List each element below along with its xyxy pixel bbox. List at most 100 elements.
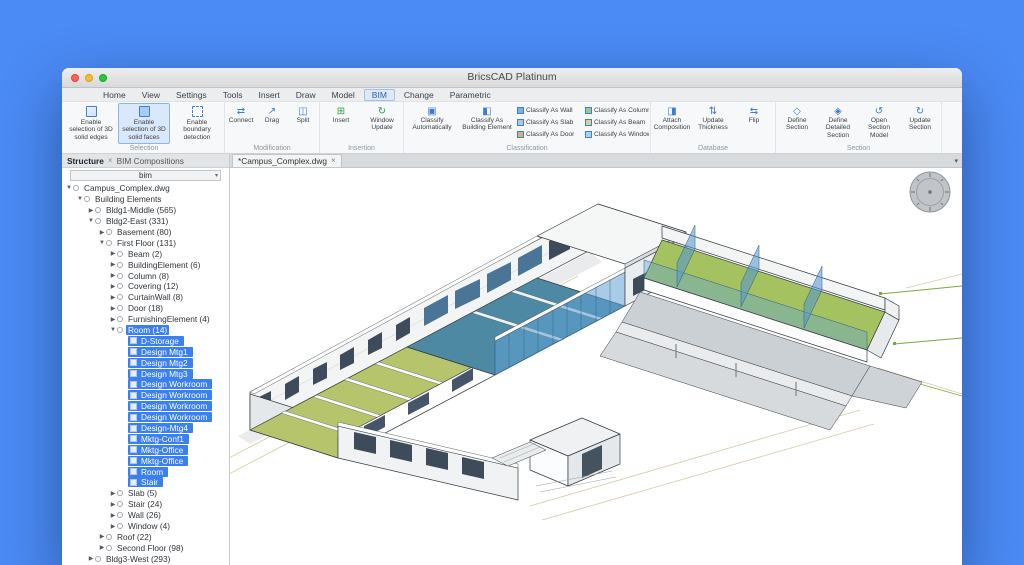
- disclosure-right-icon[interactable]: ▶: [87, 207, 95, 214]
- tree-row[interactable]: Design-Mtg4: [62, 423, 229, 434]
- tree-row[interactable]: ▶Roof (22): [62, 532, 229, 543]
- classify-as-window-button[interactable]: Classify As Window: [583, 128, 649, 140]
- tree-row[interactable]: Design Mtg3: [62, 368, 229, 379]
- visibility-circle-icon[interactable]: [117, 305, 123, 311]
- structure-filter-dropdown[interactable]: bim ▾: [70, 170, 221, 181]
- ribbon-tab-parametric[interactable]: Parametric: [443, 89, 498, 101]
- disclosure-down-icon[interactable]: ▼: [65, 185, 73, 191]
- disclosure-right-icon[interactable]: ▶: [109, 272, 117, 279]
- visibility-circle-icon[interactable]: [84, 196, 90, 202]
- structure-tree[interactable]: ▼Campus_Complex.dwg▼Building Elements▶Bl…: [62, 182, 229, 565]
- disclosure-right-icon[interactable]: ▶: [109, 316, 117, 323]
- visibility-circle-icon[interactable]: [106, 534, 112, 540]
- panel-close-icon[interactable]: ×: [108, 156, 113, 165]
- tree-row[interactable]: ▶Bldg1-Middle (565): [62, 205, 229, 216]
- visibility-circle-icon[interactable]: [95, 218, 101, 224]
- classify-as-wall-button[interactable]: Classify As Wall: [515, 104, 581, 116]
- visibility-circle-icon[interactable]: [106, 545, 112, 551]
- split-button[interactable]: ◫Split: [288, 103, 318, 127]
- tree-row[interactable]: ▶Door (18): [62, 303, 229, 314]
- tree-row[interactable]: D-Storage: [62, 335, 229, 346]
- close-button[interactable]: [71, 74, 79, 82]
- drag-button[interactable]: ↗Drag: [257, 103, 287, 127]
- visibility-circle-icon[interactable]: [117, 262, 123, 268]
- flip-button[interactable]: ⇆Flip: [734, 103, 774, 127]
- enable-selection-of-3d-solid-edges-button[interactable]: Enable selection of 3D solid edges: [65, 103, 117, 144]
- update-section-button[interactable]: ↻Update Section: [900, 103, 940, 135]
- classify-as-beam-button[interactable]: Classify As Beam: [583, 116, 649, 128]
- tab-bim-compositions[interactable]: BIM Compositions: [117, 156, 184, 166]
- disclosure-down-icon[interactable]: ▼: [109, 327, 117, 333]
- update-thickness-button[interactable]: ⇅Update Thickness: [693, 103, 733, 135]
- document-tab[interactable]: *Campus_Complex.dwg ×: [232, 154, 342, 167]
- tree-row[interactable]: ▼Bldg2-East (331): [62, 216, 229, 227]
- ribbon-tab-bim[interactable]: BIM: [364, 89, 395, 101]
- visibility-circle-icon[interactable]: [117, 490, 123, 496]
- tree-row[interactable]: ▶Bldg3-West (293): [62, 553, 229, 564]
- tree-row[interactable]: Design Mtg2: [62, 357, 229, 368]
- disclosure-right-icon[interactable]: ▶: [109, 283, 117, 290]
- tree-row[interactable]: Mktg-Office: [62, 455, 229, 466]
- tree-row[interactable]: ▶Wall (26): [62, 510, 229, 521]
- visibility-circle-icon[interactable]: [117, 273, 123, 279]
- tree-row[interactable]: ▼First Floor (131): [62, 237, 229, 248]
- tree-row[interactable]: Mktg-Office: [62, 444, 229, 455]
- disclosure-right-icon[interactable]: ▶: [98, 229, 106, 236]
- disclosure-down-icon[interactable]: ▼: [98, 240, 106, 246]
- titlebar[interactable]: BricsCAD Platinum: [62, 68, 962, 88]
- visibility-circle-icon[interactable]: [117, 523, 123, 529]
- visibility-circle-icon[interactable]: [117, 327, 123, 333]
- ribbon-tab-home[interactable]: Home: [96, 89, 133, 101]
- visibility-circle-icon[interactable]: [117, 316, 123, 322]
- visibility-circle-icon[interactable]: [117, 283, 123, 289]
- tree-row[interactable]: Design Workroom: [62, 379, 229, 390]
- tree-row[interactable]: ▶FurnishingElement (4): [62, 314, 229, 325]
- classify-as-column-button[interactable]: Classify As Column: [583, 104, 649, 116]
- ribbon-tab-tools[interactable]: Tools: [216, 89, 250, 101]
- tree-row[interactable]: Design Mtg1: [62, 346, 229, 357]
- connect-button[interactable]: ⇄Connect: [226, 103, 256, 127]
- tree-row[interactable]: ▼Campus_Complex.dwg: [62, 183, 229, 194]
- tree-row[interactable]: Mktg-Conf1: [62, 433, 229, 444]
- disclosure-right-icon[interactable]: ▶: [98, 544, 106, 551]
- disclosure-right-icon[interactable]: ▶: [87, 555, 95, 562]
- minimize-button[interactable]: [85, 74, 93, 82]
- tree-row[interactable]: ▶Column (8): [62, 270, 229, 281]
- tree-row[interactable]: ▶Second Floor (98): [62, 542, 229, 553]
- ribbon-tab-model[interactable]: Model: [325, 89, 362, 101]
- define-section-button[interactable]: ◇Define Section: [777, 103, 817, 135]
- disclosure-right-icon[interactable]: ▶: [109, 250, 117, 257]
- tree-row[interactable]: ▶Stair (24): [62, 499, 229, 510]
- tree-row[interactable]: ▶Slab (5): [62, 488, 229, 499]
- define-detailed-section-button[interactable]: ◈Define Detailed Section: [818, 103, 858, 142]
- model-viewport[interactable]: [230, 168, 962, 565]
- disclosure-down-icon[interactable]: ▼: [76, 196, 84, 202]
- classify-as-door-button[interactable]: Classify As Door: [515, 128, 581, 140]
- visibility-circle-icon[interactable]: [117, 501, 123, 507]
- visibility-circle-icon[interactable]: [106, 240, 112, 246]
- tree-row[interactable]: ▼Building Elements: [62, 194, 229, 205]
- disclosure-right-icon[interactable]: ▶: [109, 261, 117, 268]
- enable-boundary-detection-button[interactable]: Enable boundary detection: [171, 103, 223, 144]
- tree-row[interactable]: ▶Covering (12): [62, 281, 229, 292]
- tree-row[interactable]: Room: [62, 466, 229, 477]
- tree-row[interactable]: ▶Window (4): [62, 521, 229, 532]
- tree-row[interactable]: ▶CurtainWall (8): [62, 292, 229, 303]
- zoom-button[interactable]: [99, 74, 107, 82]
- tree-row[interactable]: Design Workroom: [62, 401, 229, 412]
- tree-row[interactable]: ▶Basement (80): [62, 227, 229, 238]
- classify-as-building-element-button[interactable]: ◧Classify As Building Element: [460, 103, 514, 135]
- disclosure-right-icon[interactable]: ▶: [109, 512, 117, 519]
- classify-automatically-button[interactable]: ▣Classify Automatically: [405, 103, 459, 135]
- ribbon-tab-change[interactable]: Change: [397, 89, 441, 101]
- classify-as-slab-button[interactable]: Classify As Slab: [515, 116, 581, 128]
- ribbon-tab-view[interactable]: View: [135, 89, 167, 101]
- navigation-compass[interactable]: [910, 172, 950, 212]
- visibility-circle-icon[interactable]: [117, 294, 123, 300]
- visibility-circle-icon[interactable]: [73, 185, 79, 191]
- ribbon-tab-settings[interactable]: Settings: [169, 89, 214, 101]
- open-section-model-button[interactable]: ↺Open Section Model: [859, 103, 899, 142]
- disclosure-right-icon[interactable]: ▶: [109, 501, 117, 508]
- visibility-circle-icon[interactable]: [117, 251, 123, 257]
- tab-structure[interactable]: Structure: [67, 156, 104, 166]
